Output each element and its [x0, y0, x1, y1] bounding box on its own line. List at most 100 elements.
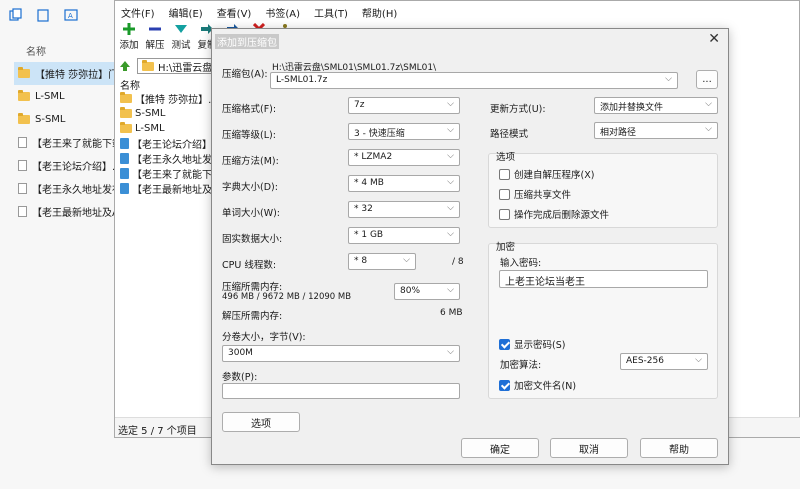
- chevron-down-icon: ⌵: [447, 151, 454, 161]
- extract-icon: [149, 27, 161, 31]
- memory-detail: 496 MB / 9672 MB / 12090 MB: [222, 292, 352, 302]
- password-input[interactable]: 上老王论坛当老王: [499, 270, 708, 288]
- list-item[interactable]: 【老王永久地址发...: [117, 151, 217, 166]
- document-icon: [18, 183, 27, 194]
- params-input[interactable]: [222, 383, 460, 399]
- chevron-down-icon: ⌵: [705, 124, 712, 134]
- test-icon: [175, 25, 187, 33]
- delete-after-checkbox[interactable]: 操作完成后删除源文件: [499, 207, 609, 221]
- list-item[interactable]: S-SML: [14, 108, 124, 131]
- decompress-memory-value: 6 MB: [440, 308, 463, 318]
- encryption-group-title: 加密: [496, 242, 516, 253]
- file-icon: [120, 183, 129, 194]
- menu-view[interactable]: 查看(V): [217, 5, 252, 20]
- split-label: 分卷大小，字节(V):: [222, 332, 306, 343]
- dict-label: 字典大小(D):: [222, 182, 278, 193]
- explorer-column-name[interactable]: 名称: [26, 43, 46, 58]
- list-item[interactable]: 【推特 莎弥拉】...: [117, 91, 217, 106]
- list-item[interactable]: 【老王最新地址及A: [14, 200, 124, 223]
- up-folder-icon[interactable]: [119, 60, 131, 72]
- help-button[interactable]: 帮助: [640, 438, 718, 458]
- folder-icon: [18, 113, 30, 124]
- file-icon: [120, 168, 129, 179]
- format-select[interactable]: 7z ⌵: [348, 97, 460, 114]
- add-button[interactable]: 添加: [118, 23, 140, 51]
- rename-icon[interactable]: A: [64, 8, 78, 22]
- chevron-down-icon: ⌵: [705, 99, 712, 109]
- threads-max: / 8: [452, 257, 464, 267]
- solid-select[interactable]: * 1 GB ⌵: [348, 227, 460, 244]
- update-label: 更新方式(U):: [490, 104, 546, 115]
- folder-icon: [142, 59, 154, 71]
- test-button[interactable]: 测试: [170, 23, 192, 51]
- list-item[interactable]: S-SML: [117, 106, 217, 121]
- path-mode-select[interactable]: 相对路径 ⌵: [594, 122, 718, 139]
- menu-help[interactable]: 帮助(H): [362, 5, 397, 20]
- method-label: 压缩方法(M):: [222, 156, 279, 167]
- options-button[interactable]: 选项: [222, 412, 300, 432]
- cancel-button[interactable]: 取消: [550, 438, 628, 458]
- method-select[interactable]: * LZMA2 ⌵: [348, 149, 460, 166]
- copy-icon[interactable]: [8, 8, 22, 22]
- threads-select[interactable]: * 8 ⌵: [348, 253, 416, 270]
- threads-label: CPU 线程数:: [222, 260, 277, 271]
- document-icon: [18, 160, 27, 171]
- list-item[interactable]: 【老王来了就能下...: [117, 166, 217, 181]
- list-item[interactable]: 【老王论坛介绍】...: [117, 136, 217, 151]
- list-item[interactable]: 【老王最新地址及...: [117, 181, 217, 196]
- decompress-memory-label: 解压所需内存:: [222, 311, 283, 322]
- checkbox-box: [499, 338, 510, 350]
- paste-icon[interactable]: [36, 8, 50, 22]
- dialog-title: 添加到压缩包: [215, 34, 279, 49]
- document-icon: [18, 206, 27, 217]
- list-item[interactable]: 【老王来了就能下载: [14, 131, 124, 154]
- list-item[interactable]: 【老王论坛介绍】.tx: [14, 154, 124, 177]
- ok-button[interactable]: 确定: [461, 438, 539, 458]
- list-item[interactable]: L-SML: [117, 121, 217, 136]
- list-item[interactable]: 【老王永久地址发布: [14, 177, 124, 200]
- chevron-down-icon: ⌵: [665, 74, 672, 84]
- encryption-method-select[interactable]: AES-256 ⌵: [620, 353, 708, 370]
- sfx-checkbox[interactable]: 创建自解压程序(X): [499, 167, 594, 181]
- list-item[interactable]: 【推特 莎弥拉】门槛: [14, 62, 124, 85]
- options-group-title: 选项: [496, 152, 516, 163]
- word-select[interactable]: * 32 ⌵: [348, 201, 460, 218]
- menu-tools[interactable]: 工具(T): [314, 5, 348, 20]
- chevron-down-icon: ⌵: [447, 347, 454, 357]
- chevron-down-icon: ⌵: [447, 99, 454, 109]
- level-select[interactable]: 3 - 快速压缩 ⌵: [348, 123, 460, 140]
- chevron-down-icon: ⌵: [447, 285, 454, 295]
- extract-button[interactable]: 解压: [144, 23, 166, 51]
- shared-files-checkbox[interactable]: 压缩共享文件: [499, 187, 571, 201]
- level-label: 压缩等级(L):: [222, 130, 276, 141]
- folder-icon: [120, 92, 132, 103]
- path-mode-label: 路径模式: [490, 129, 529, 140]
- folder-icon: [120, 122, 132, 133]
- column-header-name[interactable]: 名称: [117, 77, 217, 92]
- menu-bar: 文件(F) 编辑(E) 查看(V) 书签(A) 工具(T) 帮助(H): [115, 1, 799, 23]
- menu-bookmarks[interactable]: 书签(A): [265, 5, 300, 20]
- menu-file[interactable]: 文件(F): [121, 5, 155, 20]
- archive-file-list: 名称 【推特 莎弥拉】... S-SML L-SML 【老王论坛介绍】... 【…: [117, 77, 217, 196]
- dict-select[interactable]: * 4 MB ⌵: [348, 175, 460, 192]
- chevron-down-icon: ⌵: [403, 255, 410, 265]
- folder-icon: [120, 107, 132, 118]
- show-password-checkbox[interactable]: 显示密码(S): [499, 337, 565, 351]
- browse-button[interactable]: ...: [696, 70, 718, 89]
- checkbox-box: [499, 379, 510, 391]
- memory-percent-select[interactable]: 80% ⌵: [394, 283, 460, 300]
- checkbox-box: [499, 208, 510, 220]
- params-label: 参数(P):: [222, 372, 258, 383]
- encrypt-names-checkbox[interactable]: 加密文件名(N): [499, 378, 576, 392]
- split-select[interactable]: 300M ⌵: [222, 345, 460, 362]
- close-icon[interactable]: ✕: [708, 31, 720, 47]
- checkbox-box: [499, 168, 510, 180]
- encryption-method-label: 加密算法:: [500, 360, 542, 371]
- archive-name-combo[interactable]: L-SML01.7z ⌵: [270, 72, 678, 89]
- file-icon: [120, 153, 129, 164]
- list-item[interactable]: L-SML: [14, 85, 124, 108]
- folder-icon: [18, 90, 30, 101]
- menu-edit[interactable]: 编辑(E): [169, 5, 203, 20]
- chevron-down-icon: ⌵: [447, 125, 454, 135]
- update-select[interactable]: 添加并替换文件 ⌵: [594, 97, 718, 114]
